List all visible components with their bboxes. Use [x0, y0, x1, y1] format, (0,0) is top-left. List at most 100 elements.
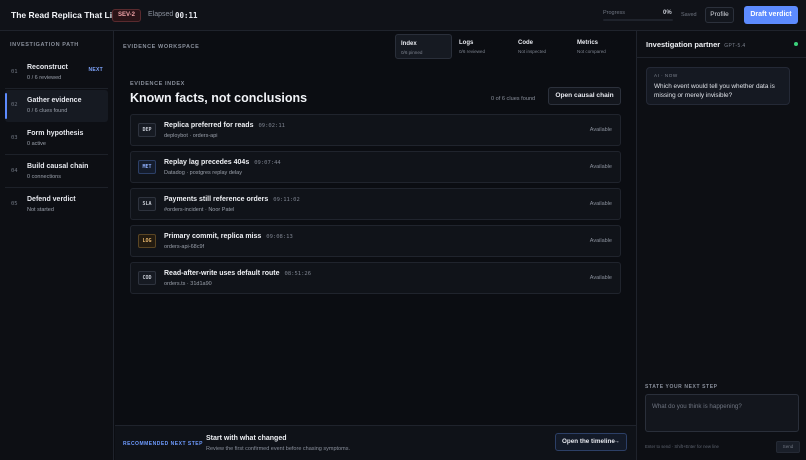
evidence-status: Available — [589, 238, 612, 244]
open-timeline-button[interactable]: Open the timeline → — [555, 433, 627, 451]
source-tag: SLA — [138, 197, 156, 211]
step-form-hypothesis[interactable]: 03 Form hypothesis 0 active — [5, 123, 108, 155]
step-number: 03 — [11, 135, 18, 141]
elapsed-label: Elapsed — [148, 11, 174, 18]
evidence-status: Available — [589, 201, 612, 207]
evidence-timestamp: 09:11:02 — [273, 197, 300, 203]
tab-status: Not compared — [577, 48, 606, 54]
step-status: 0 / 6 clues found — [27, 108, 68, 114]
evidence-status: Available — [589, 164, 612, 170]
source-tag: MET — [138, 160, 156, 174]
progress-label: Progress — [603, 10, 626, 16]
source-tag: DEP — [138, 123, 156, 137]
step-title: Defend verdict — [27, 196, 76, 203]
step-number: 02 — [11, 102, 18, 108]
progress-bar — [603, 19, 673, 21]
evidence-card[interactable]: DEP Replica preferred for reads 09:02:11 … — [130, 114, 621, 146]
step-status: 0 / 6 reviewed — [27, 75, 62, 81]
investigation-partner-panel: Investigation partner GPT-5.4 AI · NOW Wh… — [636, 31, 806, 460]
evidence-source: Datadog · postgres replay delay — [164, 170, 242, 176]
tab-metrics[interactable]: Metrics Not compared — [572, 34, 629, 59]
step-reconstruct[interactable]: 01 Reconstruct 0 / 6 reviewed NEXT — [5, 57, 108, 89]
tab-status: 0/6 pinned — [401, 49, 423, 55]
evidence-card-title: Read-after-write uses default route 08:51… — [164, 270, 312, 277]
open-timeline-label: Open the timeline — [562, 438, 615, 445]
evidence-timestamp: 08:51:26 — [284, 271, 312, 277]
severity-badge: SEV-2 — [112, 9, 142, 22]
top-bar: The Read Replica That Lied SEV-2 Elapsed… — [0, 0, 806, 31]
input-hint: Enter to send · Shift+Enter for new line — [645, 444, 719, 449]
evidence-card[interactable]: COD Read-after-write uses default route 0… — [130, 262, 621, 294]
tab-label: Metrics — [577, 40, 599, 46]
profile-button[interactable]: Profile — [705, 7, 734, 23]
tab-index[interactable]: Index 0/6 pinned — [395, 34, 452, 59]
open-causal-chain-button[interactable]: Open causal chain — [548, 87, 621, 105]
message-text: Which event would tell you whether data … — [654, 83, 775, 99]
step-number: 01 — [11, 69, 18, 75]
ai-message: AI · NOW Which event would tell you whet… — [646, 67, 790, 105]
step-title: Form hypothesis — [27, 130, 84, 137]
evidence-source: orders-api-68c9f — [164, 244, 205, 250]
evidence-timestamp: 09:08:13 — [266, 234, 293, 240]
tab-label: Logs — [459, 40, 474, 46]
recommend-description: Review the first confirmed event before … — [206, 446, 350, 452]
evidence-status: Available — [589, 275, 612, 281]
evidence-timestamp: 09:02:11 — [258, 123, 285, 129]
step-build-causal-chain[interactable]: 04 Build causal chain 0 connections — [5, 156, 108, 188]
evidence-source: orders.ts · 31d1a90 — [164, 281, 212, 287]
evidence-card-title: Replica preferred for reads 09:02:11 — [164, 122, 285, 129]
evidence-card-title: Primary commit, replica miss 09:08:13 — [164, 233, 293, 240]
step-title: Reconstruct — [27, 64, 68, 71]
step-defend-verdict[interactable]: 05 Defend verdict Not started — [5, 189, 108, 221]
evidence-tabs: Index 0/6 pinned Logs 0/6 reviewed Code … — [395, 34, 631, 59]
tab-status: 0/6 reviewed — [459, 48, 486, 54]
next-step-input[interactable] — [645, 394, 799, 432]
elapsed-timer: 00:11 — [175, 10, 198, 20]
recommended-next-step: RECOMMENDED NEXT STEP Start with what ch… — [115, 425, 636, 460]
progress-value: 0% — [663, 10, 672, 16]
arrow-right-icon: → — [613, 438, 620, 445]
step-status: Not started — [27, 207, 54, 213]
source-tag: COD — [138, 271, 156, 285]
evidence-card[interactable]: SLA Payments still reference orders 09:11… — [130, 188, 621, 220]
saved-status: Saved — [681, 12, 697, 18]
step-gather-evidence[interactable]: 02 Gather evidence 0 / 6 clues found — [5, 90, 108, 122]
recommend-label: RECOMMENDED NEXT STEP — [123, 441, 203, 447]
evidence-source: deploybot · orders-api — [164, 133, 218, 139]
evidence-title: Known facts, not conclusions — [130, 91, 308, 105]
step-status: 0 connections — [27, 174, 61, 180]
tab-label: Index — [401, 41, 417, 47]
evidence-card[interactable]: MET Replay lag precedes 404s 09:07:44 Dat… — [130, 151, 621, 183]
send-button[interactable]: Send — [776, 441, 800, 453]
step-title: Gather evidence — [27, 97, 82, 104]
divider — [637, 57, 806, 58]
online-status-icon — [794, 42, 798, 46]
next-badge: NEXT — [88, 67, 103, 73]
tab-label: Code — [518, 40, 533, 46]
evidence-card[interactable]: LOG Primary commit, replica miss 09:08:13… — [130, 225, 621, 257]
message-meta: AI · NOW — [654, 73, 678, 78]
evidence-timestamp: 09:07:44 — [254, 160, 281, 166]
evidence-status: Available — [589, 127, 612, 133]
evidence-card-title: Payments still reference orders 09:11:02 — [164, 196, 300, 203]
recommend-title: Start with what changed — [206, 435, 287, 442]
next-step-label: STATE YOUR NEXT STEP — [645, 384, 718, 390]
sidebar-heading: INVESTIGATION PATH — [10, 42, 79, 48]
clue-count: 0 of 6 clues found — [491, 96, 536, 102]
tab-logs[interactable]: Logs 0/6 reviewed — [454, 34, 511, 59]
tab-code[interactable]: Code Not inspected — [513, 34, 570, 59]
evidence-source: #orders-incident · Noor Patel — [164, 207, 235, 213]
evidence-card-title: Replay lag precedes 404s 09:07:44 — [164, 159, 281, 166]
step-number: 04 — [11, 168, 18, 174]
step-number: 05 — [11, 201, 18, 207]
step-status: 0 active — [27, 141, 46, 147]
workspace-label: EVIDENCE WORKSPACE — [123, 44, 200, 50]
tab-status: Not inspected — [518, 48, 547, 54]
incident-title: The Read Replica That Lied — [11, 10, 122, 20]
evidence-index-label: EVIDENCE INDEX — [130, 81, 185, 87]
step-title: Build causal chain — [27, 163, 89, 170]
investigation-sidebar: INVESTIGATION PATH 01 Reconstruct 0 / 6 … — [0, 31, 114, 460]
model-name: GPT-5.4 — [724, 43, 746, 49]
source-tag: LOG — [138, 234, 156, 248]
draft-verdict-button[interactable]: Draft verdict — [744, 6, 798, 24]
